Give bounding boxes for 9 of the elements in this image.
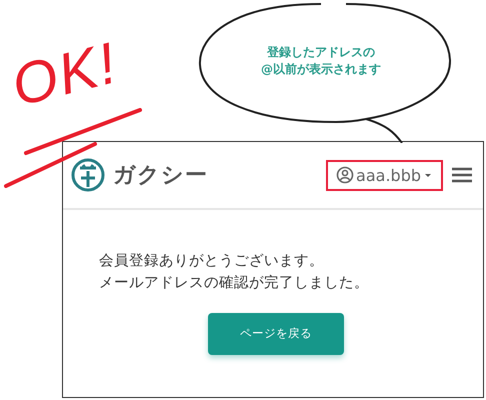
logo-text: ガクシー [113, 162, 208, 190]
menu-icon[interactable] [451, 166, 473, 184]
back-button[interactable]: ページを戻る [208, 312, 344, 355]
user-menu-button[interactable]: aaa.bbb [326, 160, 443, 190]
bubble-text: 登録したアドレスの @以前が表示されます [260, 44, 382, 78]
logo-icon [71, 158, 105, 192]
user-icon [336, 166, 354, 184]
confirmation-message: 会員登録ありがとうございます。 メールアドレスの確認が完了しました。 [99, 252, 369, 294]
ok-text: OK! [6, 34, 124, 116]
